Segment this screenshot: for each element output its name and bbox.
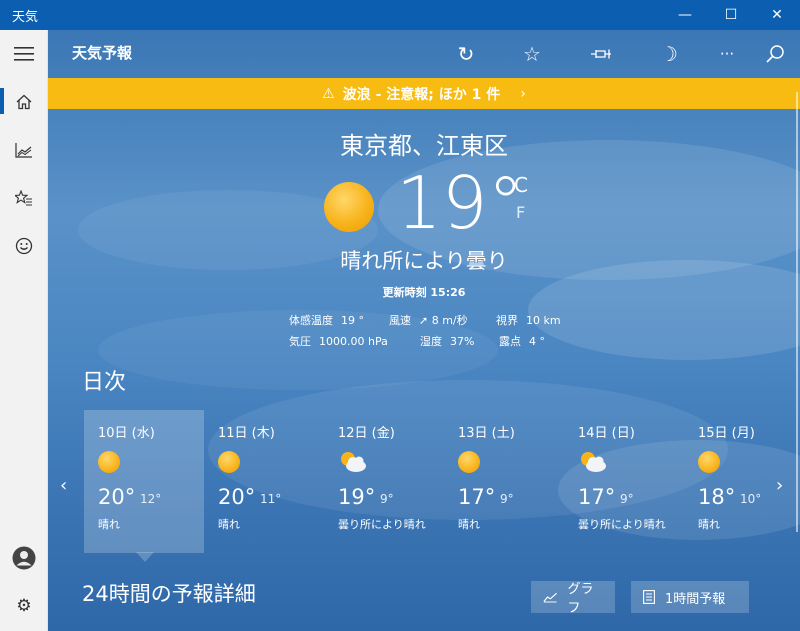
chart-icon[interactable] [0, 126, 48, 174]
more-icon[interactable]: ··· [711, 38, 743, 70]
partly-cloudy-icon [341, 452, 366, 472]
warning-icon: ⚠ [322, 85, 335, 102]
refresh-icon[interactable]: ↻ [450, 38, 482, 70]
pressure: 気圧 1000.00 hPa [289, 335, 388, 348]
visibility: 視界 10 km [496, 314, 561, 327]
sun-icon [98, 451, 120, 473]
graph-button[interactable]: グラフ [531, 581, 615, 616]
sun-icon [458, 451, 480, 473]
scrollbar[interactable] [796, 92, 798, 532]
wind-speed: 風速 ➚ 8 m/秒 [389, 314, 468, 327]
chart-icon [543, 592, 558, 603]
sun-icon [698, 451, 720, 473]
partly-cloudy-icon [581, 452, 606, 472]
app-title: 天気予報 [72, 44, 133, 62]
app-header: 天気予報 ↻ ☆ ☽ ··· [48, 30, 800, 78]
pin-icon[interactable] [585, 38, 617, 70]
sun-icon [218, 451, 240, 473]
weather-main: 天気予報 ↻ ☆ ☽ ··· ⚠ 波浪 - 注意報; ほか 1 件 › 東京都、… [48, 30, 800, 631]
navigation-rail: ⚙ [0, 30, 48, 631]
daily-prev-arrow[interactable]: ‹ [60, 475, 67, 496]
day-card[interactable]: 10日 (水) 20° 12° 晴れ [84, 410, 204, 553]
day-card[interactable]: 12日 (金) 19° 9° 曇り所により晴れ [324, 410, 444, 553]
selected-day-pointer [136, 552, 154, 562]
daily-title: 日次 [82, 370, 127, 395]
weather-alert-banner[interactable]: ⚠ 波浪 - 注意報; ほか 1 件 › [48, 78, 800, 109]
dew-point: 露点 4 ° [499, 335, 545, 348]
maximize-button[interactable]: ☐ [708, 0, 754, 30]
day-card[interactable]: 13日 (土) 17° 9° 晴れ [444, 410, 564, 553]
day-card[interactable]: 11日 (木) 20° 11° 晴れ [204, 410, 324, 553]
humidity: 湿度 37% [420, 335, 475, 348]
close-button[interactable]: ✕ [754, 0, 800, 30]
sun-icon [324, 182, 374, 232]
title-bar: 天気 — ☐ ✕ [0, 0, 800, 30]
home-icon[interactable] [0, 78, 48, 126]
window-title: 天気 [12, 9, 39, 25]
smiley-icon[interactable] [0, 222, 48, 270]
unit-fahrenheit[interactable]: F [516, 203, 525, 222]
alert-text: 波浪 - 注意報; ほか 1 件 [342, 86, 501, 103]
day-card[interactable]: 15日 (月) 18° 10° 晴れ [684, 410, 800, 553]
location-name: 東京都、江東区 [340, 132, 508, 160]
day-card[interactable]: 14日 (日) 17° 9° 曇り所により晴れ [564, 410, 684, 553]
favorite-star-icon[interactable]: ☆ [516, 38, 548, 70]
current-temperature: 19° [396, 161, 524, 245]
hamburger-icon[interactable] [0, 30, 48, 78]
hourly-button[interactable]: 1時間予報 [631, 581, 749, 613]
unit-celsius[interactable]: C [514, 173, 528, 197]
list-icon [643, 590, 655, 604]
chevron-right-icon: › [520, 85, 526, 102]
feels-like: 体感温度 19 ° [289, 314, 364, 327]
current-condition: 晴れ所により曇り [340, 249, 508, 273]
account-icon[interactable] [0, 534, 48, 582]
gear-icon[interactable]: ⚙ [0, 582, 48, 630]
search-icon[interactable] [759, 38, 791, 70]
star-list-icon[interactable] [0, 174, 48, 222]
hourly-title: 24時間の予報詳細 [82, 582, 256, 606]
minimize-button[interactable]: — [662, 0, 708, 30]
updated-time: 更新時刻 15:26 [382, 286, 466, 299]
moon-icon[interactable]: ☽ [653, 38, 685, 70]
